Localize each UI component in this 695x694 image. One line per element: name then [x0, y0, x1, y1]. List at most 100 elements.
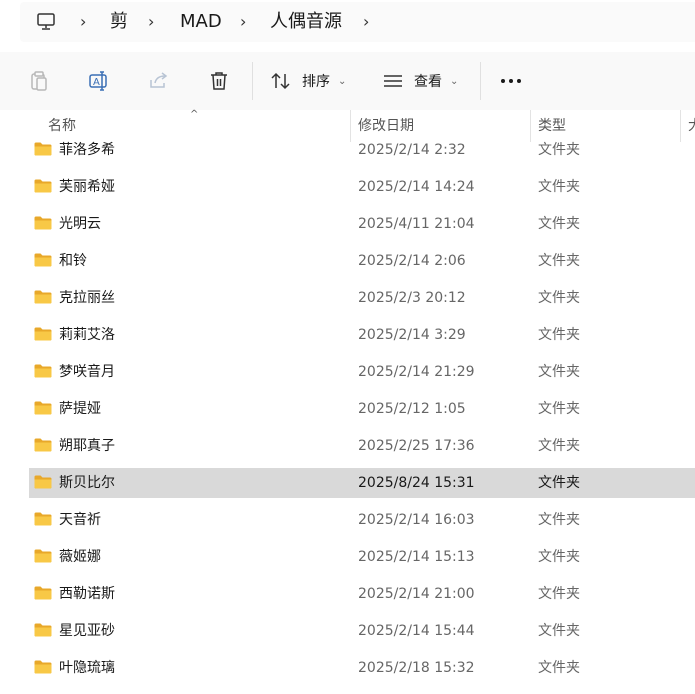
sort-ascending-icon: ^ — [190, 109, 199, 120]
file-modified-date: 2025/2/14 2:32 — [358, 142, 466, 158]
chevron-right-icon[interactable]: › — [363, 2, 369, 42]
view-icon — [384, 75, 402, 87]
file-row[interactable]: 和铃 2025/2/14 2:06 文件夹 — [29, 246, 695, 276]
file-list: 菲洛多希 2025/2/14 2:32 文件夹 芙丽希娅 2025/2/14 14:24… — [0, 132, 695, 694]
share-button[interactable] — [144, 64, 174, 98]
file-name: 叶隐琉璃 — [59, 660, 115, 676]
file-row[interactable]: 菲洛多希 2025/2/14 2:32 文件夹 — [29, 135, 695, 165]
chevron-right-icon[interactable]: › — [148, 2, 154, 42]
sort-icon — [271, 72, 290, 90]
file-name: 菲洛多希 — [59, 142, 115, 158]
breadcrumb[interactable]: › 剪 › MAD › 人偶音源 › — [20, 2, 695, 42]
folder-icon — [34, 660, 52, 674]
file-name: 光明云 — [59, 216, 101, 232]
file-name: 天音祈 — [59, 512, 101, 528]
file-row[interactable]: 斯贝比尔 2025/8/24 15:31 文件夹 — [29, 468, 695, 498]
trash-icon — [211, 72, 227, 90]
folder-icon — [34, 253, 52, 267]
file-modified-date: 2025/2/14 2:06 — [358, 253, 466, 269]
folder-icon — [34, 179, 52, 193]
file-name: 莉莉艾洛 — [59, 327, 115, 343]
file-row[interactable]: 薇姬娜 2025/2/14 15:13 文件夹 — [29, 542, 695, 572]
folder-icon — [34, 623, 52, 637]
chevron-right-icon[interactable]: › — [80, 2, 86, 42]
file-type: 文件夹 — [538, 475, 580, 491]
folder-icon — [34, 549, 52, 563]
file-row[interactable]: 叶隐琉璃 2025/2/18 15:32 文件夹 — [29, 653, 695, 683]
file-type: 文件夹 — [538, 179, 580, 195]
file-modified-date: 2025/2/14 15:44 — [358, 623, 475, 639]
file-name: 西勒诺斯 — [59, 586, 115, 602]
sort-button[interactable]: 排序 ⌄ — [270, 64, 356, 98]
file-type: 文件夹 — [538, 290, 580, 306]
file-type: 文件夹 — [538, 549, 580, 565]
computer-icon[interactable] — [36, 2, 56, 42]
view-button[interactable]: 查看 ⌄ — [382, 64, 468, 98]
toolbar-divider — [252, 62, 253, 100]
sort-label: 排序 — [302, 74, 330, 90]
toolbar-divider — [480, 62, 481, 100]
file-type: 文件夹 — [538, 660, 580, 676]
file-type: 文件夹 — [538, 438, 580, 454]
address-bar: › 剪 › MAD › 人偶音源 › — [0, 0, 695, 53]
file-name: 斯贝比尔 — [59, 475, 115, 491]
file-row[interactable]: 萨提娅 2025/2/12 1:05 文件夹 — [29, 394, 695, 424]
rename-button[interactable]: A — [84, 64, 114, 98]
clipboard-icon — [31, 71, 47, 91]
file-row[interactable]: 莉莉艾洛 2025/2/14 3:29 文件夹 — [29, 320, 695, 350]
file-row[interactable]: 朔耶真子 2025/2/25 17:36 文件夹 — [29, 431, 695, 461]
file-row[interactable]: 西勒诺斯 2025/2/14 21:00 文件夹 — [29, 579, 695, 609]
svg-text:A: A — [93, 77, 100, 88]
folder-icon — [34, 512, 52, 526]
file-name: 萨提娅 — [59, 401, 101, 417]
chevron-down-icon: ⌄ — [450, 75, 459, 87]
folder-icon — [34, 438, 52, 452]
file-modified-date: 2025/2/12 1:05 — [358, 401, 466, 417]
file-name: 和铃 — [59, 253, 87, 269]
view-label: 查看 — [414, 74, 442, 90]
file-row[interactable]: 梦咲音月 2025/2/14 21:29 文件夹 — [29, 357, 695, 387]
file-modified-date: 2025/2/14 21:29 — [358, 364, 475, 380]
file-type: 文件夹 — [538, 512, 580, 528]
file-type: 文件夹 — [538, 623, 580, 639]
file-type: 文件夹 — [538, 586, 580, 602]
file-row[interactable]: 天音祈 2025/2/14 16:03 文件夹 — [29, 505, 695, 535]
file-type: 文件夹 — [538, 142, 580, 158]
rename-icon: A — [89, 71, 107, 91]
file-name: 朔耶真子 — [59, 438, 115, 454]
folder-icon — [34, 216, 52, 230]
file-modified-date: 2025/2/18 15:32 — [358, 660, 475, 676]
chevron-right-icon[interactable]: › — [240, 2, 246, 42]
file-modified-date: 2025/2/3 20:12 — [358, 290, 466, 306]
file-modified-date: 2025/2/14 14:24 — [358, 179, 475, 195]
file-name: 梦咲音月 — [59, 364, 115, 380]
breadcrumb-item[interactable]: 剪 — [110, 2, 128, 42]
file-explorer-window: › 剪 › MAD › 人偶音源 › A 排序 ⌄ 查看 ⌄ ^ 名称 修改日期… — [0, 0, 695, 694]
file-modified-date: 2025/2/25 17:36 — [358, 438, 475, 454]
file-name: 薇姬娜 — [59, 549, 101, 565]
folder-icon — [34, 586, 52, 600]
file-type: 文件夹 — [538, 327, 580, 343]
file-row[interactable]: 光明云 2025/4/11 21:04 文件夹 — [29, 209, 695, 239]
file-type: 文件夹 — [538, 401, 580, 417]
file-name: 芙丽希娅 — [59, 179, 115, 195]
folder-icon — [34, 142, 52, 156]
more-button[interactable] — [496, 64, 526, 98]
file-row[interactable]: 芙丽希娅 2025/2/14 14:24 文件夹 — [29, 172, 695, 202]
breadcrumb-item[interactable]: MAD — [180, 2, 222, 42]
file-modified-date: 2025/2/14 16:03 — [358, 512, 475, 528]
file-type: 文件夹 — [538, 364, 580, 380]
copy-button[interactable] — [24, 64, 54, 98]
file-name: 克拉丽丝 — [59, 290, 115, 306]
file-row[interactable]: 克拉丽丝 2025/2/3 20:12 文件夹 — [29, 283, 695, 313]
file-row[interactable]: 星见亚砂 2025/2/14 15:44 文件夹 — [29, 616, 695, 646]
share-icon — [150, 72, 168, 88]
file-modified-date: 2025/2/14 15:13 — [358, 549, 475, 565]
file-modified-date: 2025/2/14 21:00 — [358, 586, 475, 602]
delete-button[interactable] — [204, 64, 234, 98]
file-modified-date: 2025/2/14 3:29 — [358, 327, 466, 343]
file-type: 文件夹 — [538, 253, 580, 269]
folder-icon — [34, 475, 52, 489]
breadcrumb-item[interactable]: 人偶音源 — [270, 2, 342, 42]
command-bar: A 排序 ⌄ 查看 ⌄ — [0, 52, 695, 111]
